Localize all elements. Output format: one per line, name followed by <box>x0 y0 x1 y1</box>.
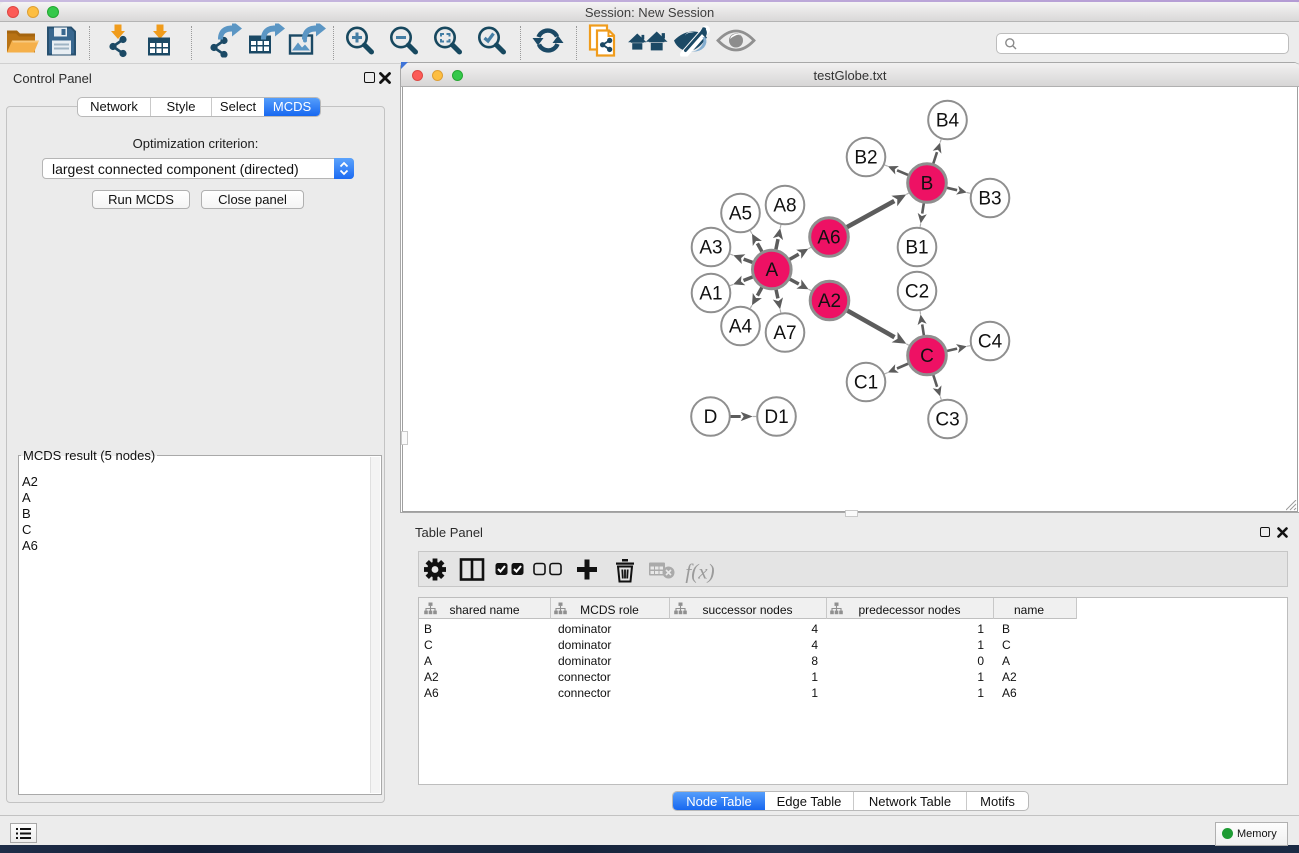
svg-text:B: B <box>921 174 934 195</box>
svg-text:D1: D1 <box>764 407 788 428</box>
svg-text:A6: A6 <box>817 228 840 249</box>
svg-text:C1: C1 <box>854 373 878 394</box>
svg-text:A1: A1 <box>699 284 722 305</box>
svg-text:A2: A2 <box>818 291 841 312</box>
svg-text:B1: B1 <box>905 238 928 259</box>
svg-text:A7: A7 <box>773 323 796 344</box>
svg-text:A4: A4 <box>729 317 753 338</box>
svg-text:B2: B2 <box>854 148 877 169</box>
svg-text:A3: A3 <box>699 238 722 259</box>
svg-text:A: A <box>765 260 778 281</box>
svg-text:D: D <box>704 407 718 428</box>
svg-text:B4: B4 <box>936 111 960 132</box>
svg-text:C4: C4 <box>978 332 1003 353</box>
svg-text:B3: B3 <box>978 189 1001 210</box>
svg-text:C3: C3 <box>935 410 959 431</box>
svg-text:C: C <box>920 346 934 367</box>
svg-text:A8: A8 <box>773 196 796 217</box>
svg-text:C2: C2 <box>905 282 929 303</box>
svg-text:A5: A5 <box>729 204 752 225</box>
